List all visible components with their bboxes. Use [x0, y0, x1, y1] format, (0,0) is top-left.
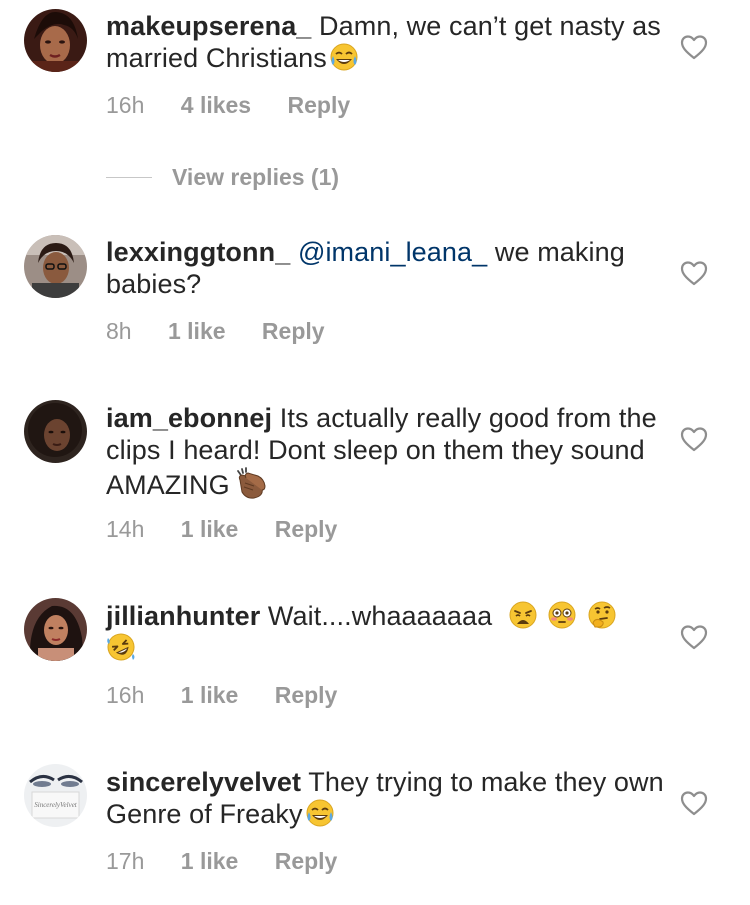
reply-button[interactable]: Reply: [262, 318, 325, 344]
heart-outline-icon[interactable]: [680, 34, 708, 60]
rolling-on-floor-laughing-emoji: [106, 632, 136, 662]
avatar-sincerelyvelvet[interactable]: SincerelyVelvet: [24, 764, 87, 827]
comment-time: 8h: [106, 318, 132, 344]
comment-time: 16h: [106, 682, 145, 708]
comment-time: 17h: [106, 848, 145, 874]
comment-meta: 16h 4 likes Reply: [106, 92, 380, 119]
mention-link[interactable]: @imani_leana_: [298, 237, 487, 267]
reply-button[interactable]: Reply: [275, 682, 338, 708]
comment-time: 16h: [106, 92, 145, 118]
reply-button[interactable]: Reply: [288, 92, 351, 118]
username[interactable]: lexxinggtonn_: [106, 237, 290, 267]
heart-outline-icon[interactable]: [680, 790, 708, 816]
likes-count[interactable]: 1 like: [168, 318, 226, 344]
comment-meta: 14h 1 like Reply: [106, 516, 367, 543]
reply-button[interactable]: Reply: [275, 848, 338, 874]
comment-time: 14h: [106, 516, 145, 542]
likes-count[interactable]: 1 like: [181, 682, 239, 708]
thinking-face-emoji: [587, 600, 617, 630]
avatar-lexxinggtonn[interactable]: [24, 235, 87, 298]
avatar-logo-text: SincerelyVelvet: [34, 801, 78, 809]
flushed-face-emoji: [547, 600, 577, 630]
comment-body: Wait....whaaaaaaa: [267, 601, 493, 631]
weary-face-emoji: [508, 600, 538, 630]
tears-of-joy-emoji: [329, 42, 359, 72]
view-replies-label[interactable]: View replies (1): [172, 164, 339, 191]
avatar-makeupserena[interactable]: [24, 9, 87, 72]
comment-meta: 17h 1 like Reply: [106, 848, 367, 875]
heart-outline-icon[interactable]: [680, 260, 708, 286]
heart-outline-icon[interactable]: [680, 624, 708, 650]
avatar-jillianhunter[interactable]: [24, 598, 87, 661]
likes-count[interactable]: 4 likes: [181, 92, 251, 118]
avatar-iam-ebonnej[interactable]: [24, 400, 87, 463]
username[interactable]: jillianhunter: [106, 601, 260, 631]
reply-button[interactable]: Reply: [275, 516, 338, 542]
comment-meta: 16h 1 like Reply: [106, 682, 367, 709]
likes-count[interactable]: 1 like: [181, 516, 239, 542]
comment-text: lexxinggtonn_ @imani_leana_ we making ba…: [106, 236, 666, 300]
username[interactable]: iam_ebonnej: [106, 403, 272, 433]
comment-text: jillianhunter Wait....whaaaaaaa: [106, 600, 666, 664]
clapping-hands-emoji: [232, 466, 268, 500]
heart-outline-icon[interactable]: [680, 426, 708, 452]
likes-count[interactable]: 1 like: [181, 848, 239, 874]
tears-of-joy-emoji: [305, 798, 335, 828]
comment-text: sincerelyvelvet They trying to make they…: [106, 766, 666, 830]
view-replies-button[interactable]: View replies (1): [106, 160, 339, 194]
comment-text: iam_ebonnej Its actually really good fro…: [106, 402, 666, 501]
comment-text: makeupserena_ Damn, we can’t get nasty a…: [106, 10, 666, 74]
replies-divider: [106, 176, 152, 178]
username[interactable]: makeupserena_: [106, 11, 311, 41]
comment-meta: 8h 1 like Reply: [106, 318, 355, 345]
username[interactable]: sincerelyvelvet: [106, 767, 301, 797]
